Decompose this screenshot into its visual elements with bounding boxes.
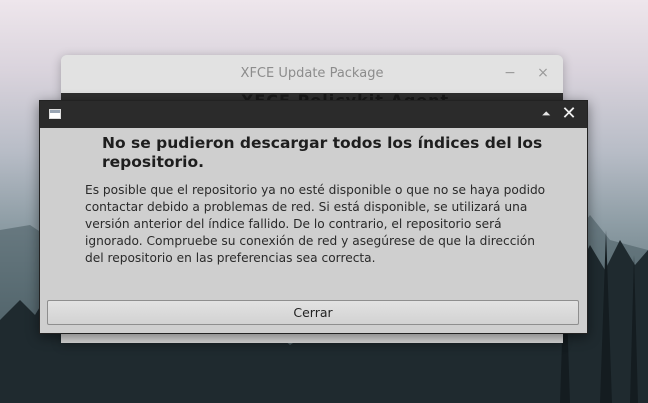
close-icon[interactable]: ✕ [559,104,579,124]
dialog-titlebar[interactable]: ⏶ ✕ [40,101,587,128]
maximize-icon[interactable]: ⏶ [539,107,553,121]
background-window-titlebar[interactable]: XFCE Update Package − × [61,55,563,94]
dialog-message: Es posible que el repositorio ya no esté… [85,183,546,265]
window-icon [49,109,61,119]
background-window-title: XFCE Update Package [240,66,384,81]
minimize-icon[interactable]: − [502,65,518,81]
error-dialog: ⏶ ✕ No se pudieron descargar todos los í… [39,100,588,334]
dialog-heading: No se pudieron descargar todos los índic… [102,134,543,171]
close-button[interactable]: Cerrar [47,300,579,325]
close-icon[interactable]: × [535,65,551,81]
